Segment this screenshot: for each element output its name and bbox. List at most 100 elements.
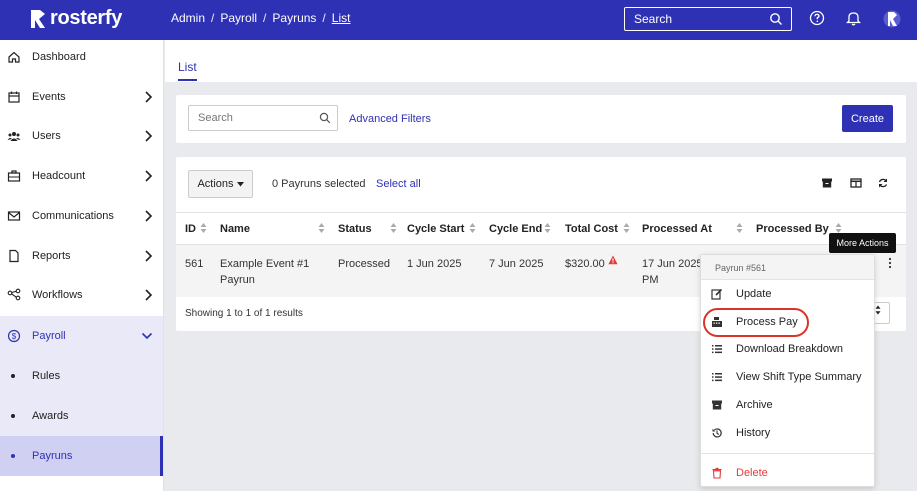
workflow-icon	[7, 288, 21, 301]
sidebar-item-users[interactable]: Users	[0, 116, 163, 156]
chevron-right-icon	[145, 170, 153, 182]
sidebar-item-dashboard[interactable]: Dashboard	[0, 37, 163, 77]
bell-icon[interactable]	[846, 10, 861, 26]
sidebar-item-label: Headcount	[32, 170, 86, 182]
search-icon[interactable]	[319, 112, 331, 124]
columns-icon[interactable]	[850, 177, 862, 189]
actions-dropdown-button[interactable]: Actions	[188, 170, 253, 198]
menu-item-history[interactable]: History	[701, 422, 874, 444]
archive-icon[interactable]	[821, 177, 833, 189]
breadcrumb-list[interactable]: List	[332, 11, 351, 25]
table-header: ID Name Status Cycle Start Cycle End Tot…	[176, 212, 906, 245]
sidebar-subitem-rules[interactable]: Rules	[0, 356, 163, 396]
sidebar-item-label: Reports	[32, 250, 71, 262]
search-placeholder: Search	[198, 112, 233, 124]
tab-list[interactable]: List	[178, 60, 197, 81]
column-header-cycle-start[interactable]: Cycle Start	[407, 223, 464, 235]
cell-processed-at-line: 17 Jun 2025	[642, 258, 703, 270]
app-name: rosterfy	[50, 7, 123, 29]
sidebar-subitem-payruns[interactable]: Payruns	[0, 436, 163, 476]
cell-total-cost: $320.00	[565, 258, 605, 270]
sidebar-item-payroll[interactable]: $ Payroll	[0, 316, 163, 356]
user-avatar-icon[interactable]	[883, 9, 901, 29]
sidebar-subitem-label: Awards	[32, 410, 69, 422]
sidebar-item-workflows[interactable]: Workflows	[0, 275, 163, 315]
menu-item-label: Download Breakdown	[736, 343, 844, 355]
global-search-input[interactable]: Search	[624, 7, 792, 31]
calendar-icon	[8, 91, 20, 103]
selected-count: 0 Payruns selected	[272, 178, 366, 190]
create-button[interactable]: Create	[842, 105, 893, 132]
breadcrumb-separator: /	[263, 11, 267, 25]
column-header-name[interactable]: Name	[220, 223, 250, 235]
global-search-placeholder: Search	[634, 12, 673, 26]
briefcase-icon	[7, 170, 21, 182]
breadcrumb-admin[interactable]: Admin	[171, 11, 205, 25]
menu-item-update[interactable]: Update	[701, 283, 874, 305]
menu-item-archive[interactable]: Archive	[701, 394, 874, 416]
cell-status: Processed	[338, 258, 390, 270]
breadcrumb-payroll[interactable]: Payroll	[220, 11, 257, 25]
menu-divider	[701, 453, 874, 454]
menu-item-label: Update	[736, 288, 772, 300]
bullet-icon	[11, 374, 15, 378]
chevron-right-icon	[145, 250, 153, 262]
menu-item-view-shift-type-summary[interactable]: View Shift Type Summary	[701, 366, 874, 388]
sort-icon[interactable]	[200, 222, 207, 234]
help-icon[interactable]	[809, 10, 825, 26]
warning-icon[interactable]	[608, 255, 618, 265]
cell-name[interactable]: Example Event #1 Payrun	[220, 256, 309, 288]
sidebar-item-headcount[interactable]: Headcount	[0, 156, 163, 196]
search-input[interactable]: Search	[188, 105, 338, 131]
more-actions-kebab-icon[interactable]	[887, 257, 893, 269]
pagination-summary: Showing 1 to 1 of 1 results	[185, 308, 303, 319]
breadcrumb-separator: /	[322, 11, 326, 25]
app-logo[interactable]: rosterfy	[30, 7, 122, 30]
chevron-right-icon	[145, 289, 153, 301]
sidebar-item-reports[interactable]: Reports	[0, 236, 163, 276]
column-header-status[interactable]: Status	[338, 223, 372, 235]
menu-item-download-breakdown[interactable]: Download Breakdown	[701, 338, 874, 360]
more-actions-tooltip: More Actions	[829, 233, 896, 253]
list-icon	[712, 345, 722, 354]
column-header-id[interactable]: ID	[185, 223, 196, 235]
cell-id: 561	[185, 258, 204, 270]
breadcrumb-payruns[interactable]: Payruns	[272, 11, 316, 25]
sort-icon[interactable]	[318, 222, 325, 234]
sort-icon[interactable]	[544, 222, 551, 234]
sort-icon[interactable]	[736, 222, 743, 234]
column-header-processed-at[interactable]: Processed At	[642, 223, 712, 235]
tab-bar: List	[165, 40, 917, 82]
sidebar-item-label: Workflows	[32, 289, 83, 301]
document-icon	[9, 249, 19, 263]
sidebar-item-label: Dashboard	[32, 51, 86, 63]
home-icon	[8, 51, 20, 63]
sort-updown-icon	[875, 305, 880, 315]
edit-icon	[711, 288, 723, 300]
sort-icon[interactable]	[390, 222, 397, 234]
menu-item-delete[interactable]: Delete	[701, 462, 874, 484]
refresh-icon[interactable]	[877, 177, 889, 189]
sidebar-item-label: Payroll	[32, 330, 66, 342]
sidebar-subitem-label: Rules	[32, 370, 61, 382]
actions-label: Actions	[197, 178, 234, 190]
menu-item-label: View Shift Type Summary	[736, 371, 862, 383]
sort-icon[interactable]	[469, 222, 476, 234]
sidebar-subitem-label: Payruns	[32, 450, 73, 462]
sidebar-item-communications[interactable]: Communications	[0, 196, 163, 236]
cell-name-line: Example Event #1	[220, 258, 310, 270]
breadcrumb-separator: /	[211, 11, 215, 25]
sidebar-subitem-awards[interactable]: Awards	[0, 396, 163, 436]
sidebar-item-label: Users	[32, 130, 61, 142]
column-header-cycle-end[interactable]: Cycle End	[489, 223, 542, 235]
select-all-link[interactable]: Select all	[376, 178, 421, 190]
envelope-icon	[7, 211, 21, 221]
column-header-total-cost[interactable]: Total Cost	[565, 223, 618, 235]
sidebar-item-label: Communications	[32, 210, 114, 222]
advanced-filters-link[interactable]: Advanced Filters	[349, 113, 431, 125]
column-header-processed-by[interactable]: Processed By	[756, 223, 829, 235]
cell-cycle-start: 1 Jun 2025	[407, 258, 462, 270]
sidebar-item-events[interactable]: Events	[0, 77, 163, 117]
sort-icon[interactable]	[623, 222, 630, 234]
search-icon[interactable]	[769, 12, 783, 26]
